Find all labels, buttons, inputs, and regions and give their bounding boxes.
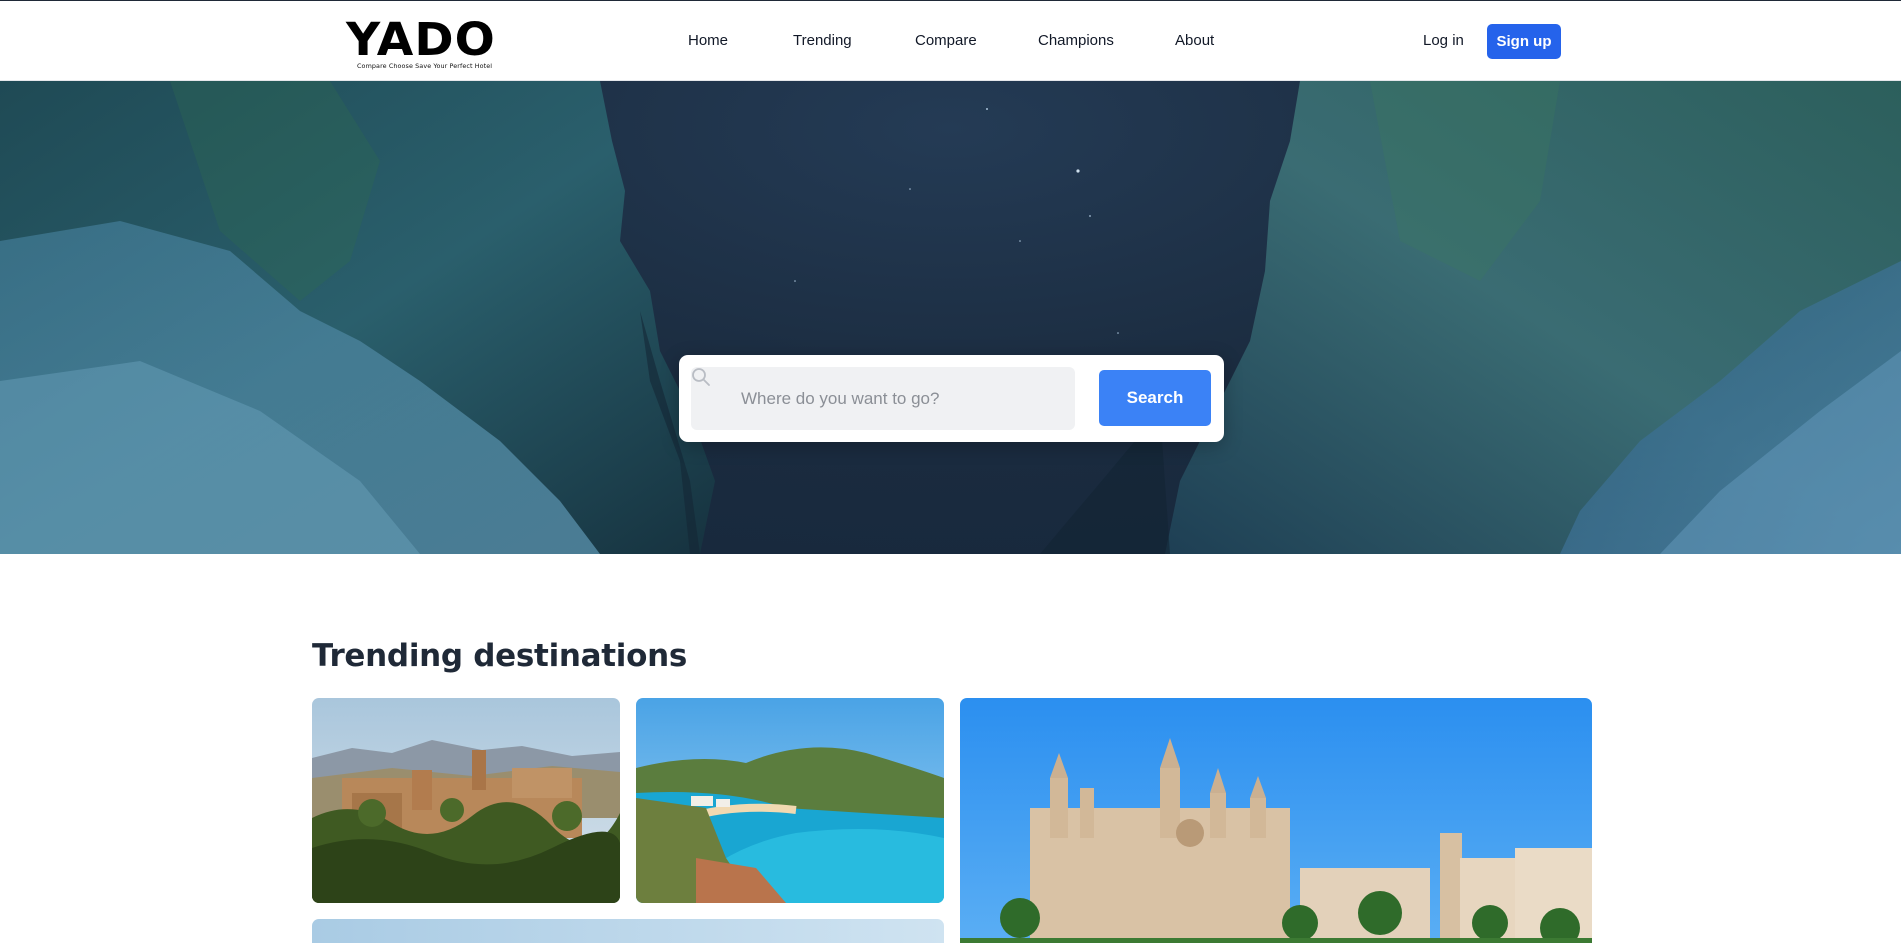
destination-image — [636, 698, 944, 903]
nav-about[interactable]: About — [1175, 32, 1214, 49]
trending-section-title: Trending destinations — [312, 638, 688, 674]
nav-trending[interactable]: Trending — [793, 32, 852, 49]
search-panel: Search — [679, 355, 1224, 442]
login-link[interactable]: Log in — [1423, 32, 1464, 49]
search-button[interactable]: Search — [1099, 370, 1211, 426]
brand-logo[interactable]: YADO Compare Choose Save Your Perfect Ho… — [346, 17, 496, 70]
hero-background-image — [0, 81, 1901, 554]
destination-card[interactable] — [960, 698, 1592, 943]
brand-name: YADO — [346, 13, 496, 66]
destination-image — [312, 698, 620, 903]
hero-banner: Search — [0, 81, 1901, 554]
search-icon — [692, 368, 710, 386]
destination-search-input[interactable] — [741, 367, 1061, 430]
nav-compare[interactable]: Compare — [915, 32, 977, 49]
destination-image — [312, 919, 944, 943]
destination-card[interactable] — [312, 698, 620, 903]
nav-home[interactable]: Home — [688, 32, 728, 49]
destination-card[interactable] — [312, 919, 944, 943]
search-field[interactable] — [691, 367, 1075, 430]
nav-champions[interactable]: Champions — [1038, 32, 1114, 49]
signup-button[interactable]: Sign up — [1487, 24, 1561, 59]
destination-card[interactable] — [636, 698, 944, 903]
destination-image — [960, 698, 1592, 943]
top-navbar: YADO Compare Choose Save Your Perfect Ho… — [0, 0, 1901, 81]
